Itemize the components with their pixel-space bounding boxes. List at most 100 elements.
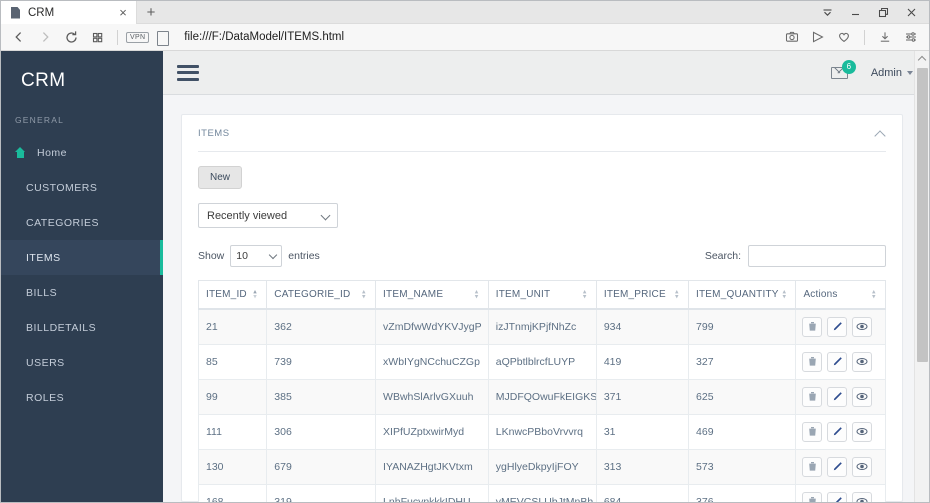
search-input[interactable] <box>748 245 886 267</box>
restore-icon[interactable] <box>869 1 897 24</box>
view-icon[interactable] <box>852 386 873 407</box>
edit-icon[interactable] <box>827 456 848 477</box>
delete-icon[interactable] <box>802 316 823 337</box>
browser-tab-crm[interactable]: CRM × <box>1 1 137 24</box>
close-icon[interactable] <box>897 1 925 24</box>
sidebar-item-billdetails[interactable]: BILLDETAILS <box>1 310 163 345</box>
favorite-icon[interactable] <box>832 26 856 48</box>
table-row[interactable]: 130 679 IYANAZHgtJKVtxm ygHlyeDkpyIjFOY … <box>197 448 886 485</box>
column-header-categorie-id[interactable]: CATEGORIE_ID <box>266 280 377 310</box>
view-icon[interactable] <box>852 421 873 442</box>
cell-item-id: 85 <box>197 343 268 380</box>
forward-arrow-icon[interactable] <box>33 26 57 48</box>
hamburger-icon[interactable] <box>177 64 199 81</box>
row-actions <box>802 456 879 477</box>
table-row[interactable]: 111 306 XIPfUZptxwirMyd LKnwcPBboVrvvrq … <box>197 413 886 450</box>
edit-icon[interactable] <box>827 351 848 372</box>
panel-header: ITEMS <box>198 115 886 152</box>
grid-icon[interactable] <box>85 26 109 48</box>
sidebar-item-items[interactable]: ITEMS <box>1 240 163 275</box>
view-select[interactable]: Recently viewed <box>198 203 338 228</box>
screenshot-icon[interactable] <box>780 26 804 48</box>
edit-icon[interactable] <box>827 421 848 442</box>
sort-icon <box>675 289 682 300</box>
sidebar-item-roles[interactable]: ROLES <box>1 380 163 415</box>
show-entries: Show 10 entries <box>198 245 320 267</box>
cell-item-price: 934 <box>595 308 690 345</box>
cell-item-id: 21 <box>197 308 268 345</box>
cell-item-name: WBwhSlArlvGXuuh <box>375 378 489 415</box>
delete-icon[interactable] <box>802 351 823 372</box>
scrollbar-thumb[interactable] <box>917 68 928 362</box>
edit-icon[interactable] <box>827 491 848 502</box>
column-header-item-id[interactable]: ITEM_ID <box>197 280 268 310</box>
table-row[interactable]: 85 739 xWbIYgNCchuCZGp aQPbtlblrcfLUYP 4… <box>197 343 886 380</box>
scroll-up-arrow-icon[interactable] <box>915 51 929 66</box>
chevron-up-icon[interactable] <box>875 128 886 139</box>
column-header-item-name[interactable]: ITEM_NAME <box>375 280 489 310</box>
column-header-item-unit[interactable]: ITEM_UNIT <box>487 280 597 310</box>
document-icon <box>11 7 22 19</box>
cell-item-name: IYANAZHgtJKVtxm <box>375 448 489 485</box>
cell-item-unit: ygHlyeDkpyIjFOY <box>487 448 597 485</box>
column-header-item-price[interactable]: ITEM_PRICE <box>595 280 690 310</box>
menu-icon[interactable] <box>899 26 923 48</box>
cell-item-quantity: 376 <box>688 483 797 502</box>
page-info-icon[interactable] <box>155 30 170 46</box>
sidebar-item-users[interactable]: USERS <box>1 345 163 380</box>
cell-item-quantity: 327 <box>688 343 797 380</box>
cell-actions <box>795 413 886 450</box>
chevron-down-icon <box>322 212 329 219</box>
reload-icon[interactable] <box>59 26 83 48</box>
user-menu[interactable]: Admin <box>871 67 913 79</box>
show-label: Show <box>198 250 225 262</box>
messages-button[interactable]: 6 <box>830 59 856 83</box>
sidebar-item-home[interactable]: Home <box>1 135 163 170</box>
delete-icon[interactable] <box>802 386 823 407</box>
view-icon[interactable] <box>852 491 873 502</box>
table-row[interactable]: 99 385 WBwhSlArlvGXuuh MJDFQOwuFkEIGKS 3… <box>197 378 886 415</box>
send-icon[interactable] <box>806 26 830 48</box>
sort-icon <box>253 289 260 300</box>
column-header-actions[interactable]: Actions <box>795 280 886 310</box>
column-header-item-quantity[interactable]: ITEM_QUANTITY <box>688 280 797 310</box>
vpn-badge[interactable]: VPN <box>126 31 150 43</box>
table-row[interactable]: 21 362 vZmDfwWdYKVJygP izJTnmjKPjfNhZc 9… <box>197 308 886 345</box>
delete-icon[interactable] <box>802 456 823 477</box>
downloads-icon[interactable] <box>873 26 897 48</box>
minimize-icon[interactable] <box>841 1 869 24</box>
view-icon[interactable] <box>852 316 873 337</box>
edit-icon[interactable] <box>827 316 848 337</box>
cell-categorie-id: 739 <box>266 343 377 380</box>
items-panel: ITEMS New Recently viewed Show 10 entrie… <box>181 114 903 502</box>
table-row[interactable]: 168 319 LnhFucynkkkIDHU yMEVCSLUbJtMnBh … <box>197 483 886 502</box>
delete-icon[interactable] <box>802 491 823 502</box>
address-bar[interactable]: file:///F:/DataModel/ITEMS.html <box>172 31 778 43</box>
sidebar-item-bills[interactable]: BILLS <box>1 275 163 310</box>
close-icon[interactable]: × <box>116 6 130 20</box>
cell-item-name: LnhFucynkkkIDHU <box>375 483 489 502</box>
edit-icon[interactable] <box>827 386 848 407</box>
view-icon[interactable] <box>852 351 873 372</box>
collapse-icon[interactable] <box>813 1 841 24</box>
delete-icon[interactable] <box>802 421 823 442</box>
new-tab-button[interactable]: + <box>137 1 165 23</box>
toolbar-divider-2 <box>864 29 865 45</box>
sidebar-item-categories[interactable]: CATEGORIES <box>1 205 163 240</box>
back-arrow-icon[interactable] <box>7 26 31 48</box>
sidebar-item-customers[interactable]: CUSTOMERS <box>1 170 163 205</box>
cell-categorie-id: 319 <box>266 483 377 502</box>
page-scrollbar[interactable] <box>914 51 929 502</box>
page-length-select[interactable]: 10 <box>230 245 283 267</box>
browser-toolbar: VPN file:///F:/DataModel/ITEMS.html <box>1 24 929 51</box>
window-controls <box>813 1 929 23</box>
cell-actions <box>795 343 886 380</box>
new-button[interactable]: New <box>198 166 243 189</box>
row-actions <box>802 351 879 372</box>
sidebar-item-label: USERS <box>26 356 65 369</box>
sidebar-item-label: ITEMS <box>26 251 61 264</box>
view-icon[interactable] <box>852 456 873 477</box>
sidebar-item-label: BILLS <box>26 286 58 299</box>
cell-item-unit: aQPbtlblrcfLUYP <box>487 343 597 380</box>
sidebar-brand[interactable]: CRM <box>1 51 163 109</box>
